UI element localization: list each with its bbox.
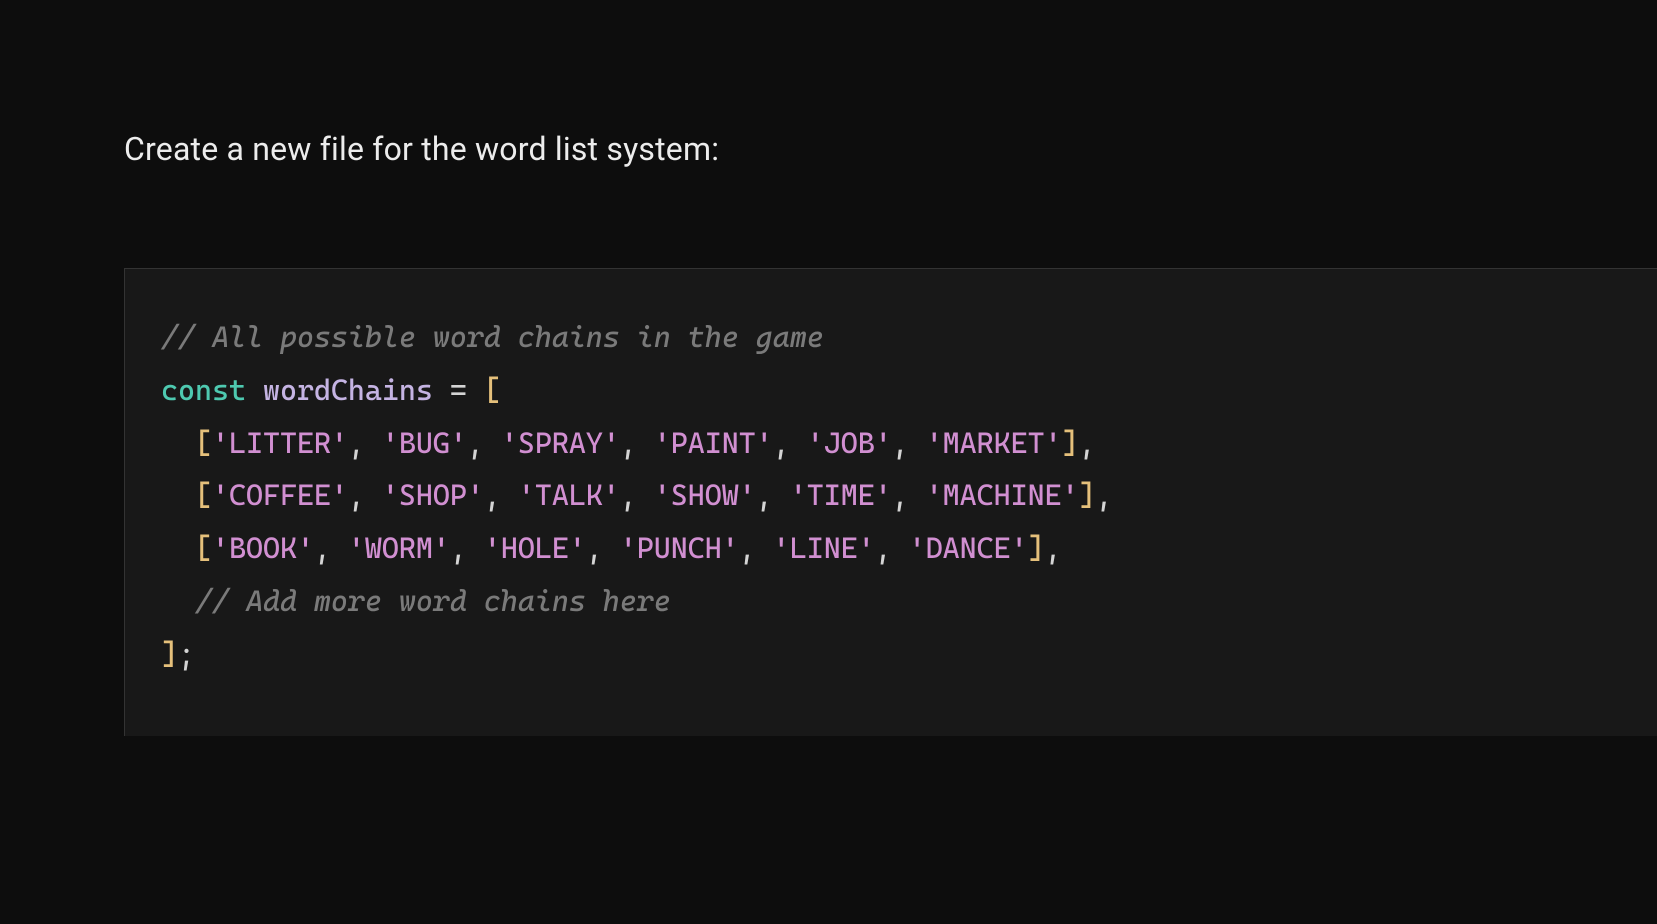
code-string: 'BOOK': [212, 531, 314, 565]
code-string: 'SPRAY': [501, 426, 620, 460]
code-eq: =: [433, 373, 484, 407]
code-string: 'SHOP': [382, 478, 484, 512]
code-string: 'BUG': [382, 426, 467, 460]
code-string: 'MACHINE': [926, 478, 1079, 512]
code-row-open: [: [195, 531, 212, 565]
code-row-open: [: [195, 426, 212, 460]
instruction-text: Create a new file for the word list syst…: [124, 130, 1657, 168]
code-close-bracket: ]: [161, 637, 178, 671]
code-comma: ,: [1079, 426, 1096, 460]
code-comma: ,: [586, 531, 620, 565]
code-string: 'SHOW': [654, 478, 756, 512]
code-comment-top: // All possible word chains in the game: [161, 320, 824, 354]
code-comma: ,: [892, 478, 926, 512]
code-comma: ,: [1096, 478, 1113, 512]
code-comma: ,: [348, 426, 382, 460]
code-row-close: ]: [1028, 531, 1045, 565]
code-comma: ,: [739, 531, 773, 565]
code-comma: ,: [1045, 531, 1062, 565]
code-string: 'TIME': [790, 478, 892, 512]
code-string: 'WORM': [348, 531, 450, 565]
code-comma: ,: [314, 531, 348, 565]
code-comma: ,: [756, 478, 790, 512]
code-string: 'PUNCH': [620, 531, 739, 565]
code-comma: ,: [892, 426, 926, 460]
main-content: Create a new file for the word list syst…: [0, 0, 1657, 736]
code-open-bracket: [: [484, 373, 501, 407]
code-comma: ,: [484, 478, 518, 512]
code-keyword-const: const: [161, 373, 246, 407]
code-string: 'LITTER': [212, 426, 348, 460]
code-comment-more: // Add more word chains here: [195, 584, 671, 618]
code-string: 'JOB': [807, 426, 892, 460]
code-string: 'DANCE': [909, 531, 1028, 565]
code-ident-wordchains: wordChains: [263, 373, 433, 407]
code-comma: ,: [620, 478, 654, 512]
code-string: 'TALK': [518, 478, 620, 512]
code-block: // All possible word chains in the game …: [124, 268, 1657, 736]
code-comma: ,: [875, 531, 909, 565]
code-row-open: [: [195, 478, 212, 512]
code-string: 'COFFEE': [212, 478, 348, 512]
code-row-close: ]: [1062, 426, 1079, 460]
code-comma: ,: [450, 531, 484, 565]
code-string: 'PAINT': [654, 426, 773, 460]
code-string: 'MARKET': [926, 426, 1062, 460]
code-comma: ,: [348, 478, 382, 512]
code-comma: ,: [773, 426, 807, 460]
code-string: 'LINE': [773, 531, 875, 565]
code-comma: ,: [467, 426, 501, 460]
code-semicolon: ;: [178, 637, 195, 671]
code-row-close: ]: [1079, 478, 1096, 512]
code-string: 'HOLE': [484, 531, 586, 565]
code-comma: ,: [620, 426, 654, 460]
